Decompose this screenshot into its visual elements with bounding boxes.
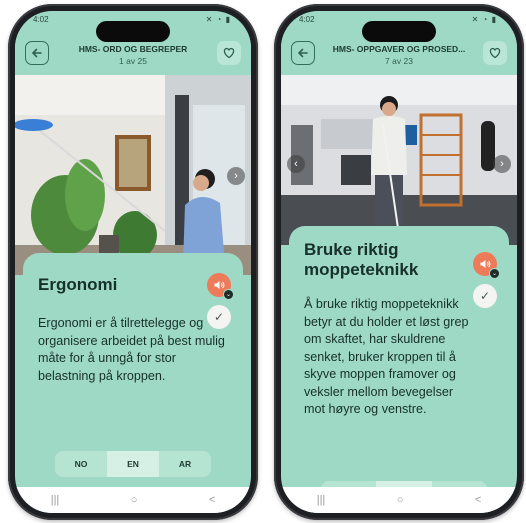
mark-complete-button[interactable]: ✓: [473, 284, 497, 308]
header-title: HMS- ORD OG BEGREPER: [78, 44, 188, 54]
illustration-photo: ‹ ›: [281, 75, 517, 245]
recent-apps-button[interactable]: |||: [51, 494, 60, 506]
system-navigation-bar: ||| ○ <: [281, 487, 517, 513]
cleaning-photo: [15, 75, 251, 275]
favorite-button[interactable]: [217, 41, 241, 65]
language-option-no[interactable]: NO: [55, 451, 107, 477]
favorite-button[interactable]: [483, 41, 507, 65]
audio-button[interactable]: ⌄: [473, 252, 500, 279]
status-icons: ✕ ◔ ▮: [471, 15, 497, 24]
language-option-ar[interactable]: AR: [159, 451, 211, 477]
status-icons: ✕ ◔ ▮: [205, 15, 231, 24]
language-switcher: NO EN AR: [55, 451, 211, 477]
phone-frame-left: 4:02 ✕ ◔ ▮ HMS- ORD OG BEGREPER 1 av 25: [8, 4, 258, 520]
card-body: Ergonomi er å tilrettelegge og organiser…: [38, 316, 225, 383]
status-time: 4:02: [299, 15, 315, 24]
arrow-left-icon: [32, 48, 42, 58]
check-icon: ✓: [479, 289, 491, 303]
chevron-left-icon: ‹: [294, 158, 298, 170]
header-progress: 1 av 25: [119, 56, 147, 66]
mopping-photo: [281, 75, 517, 245]
dynamic-island: [362, 21, 436, 42]
card-body: Å bruke riktig moppeteknikk betyr at du …: [304, 297, 469, 416]
chevron-down-icon: ⌄: [491, 271, 498, 277]
chevron-right-icon: ›: [500, 158, 504, 170]
back-button[interactable]: [291, 41, 315, 65]
arrow-left-icon: [298, 48, 308, 58]
system-back-button[interactable]: <: [475, 494, 481, 506]
speaker-icon: [214, 281, 225, 289]
audio-dropdown-badge[interactable]: ⌄: [489, 268, 500, 279]
home-button[interactable]: ○: [131, 494, 138, 506]
phone-frame-right: 4:02 ✕ ◔ ▮ HMS- OPPGAVER OG PROSED... 7 …: [274, 4, 524, 520]
chevron-right-icon: ›: [234, 170, 238, 182]
audio-button[interactable]: ⌄: [207, 273, 234, 300]
chevron-down-icon: ⌄: [225, 292, 232, 298]
system-navigation-bar: ||| ○ <: [15, 487, 251, 513]
info-card: Ergonomi ⌄ ✓ Ergonomi er å tilrettelegge…: [23, 253, 243, 513]
dynamic-island: [96, 21, 170, 42]
speaker-icon: [480, 260, 491, 268]
recent-apps-button[interactable]: |||: [317, 494, 326, 506]
header-progress: 7 av 23: [385, 56, 413, 66]
status-time: 4:02: [33, 15, 49, 24]
info-card: Bruke riktig moppeteknikk ⌄ ✓ Å bruke ri…: [289, 226, 509, 513]
phone-screen: 4:02 ✕ ◔ ▮ HMS- OPPGAVER OG PROSED... 7 …: [281, 11, 517, 513]
heart-icon: [489, 47, 501, 59]
home-button[interactable]: ○: [397, 494, 404, 506]
heart-icon: [223, 47, 235, 59]
next-image-button[interactable]: ›: [493, 155, 511, 173]
audio-dropdown-badge[interactable]: ⌄: [223, 289, 234, 300]
phone-screen: 4:02 ✕ ◔ ▮ HMS- ORD OG BEGREPER 1 av 25: [15, 11, 251, 513]
previous-image-button[interactable]: ‹: [287, 155, 305, 173]
illustration-photo: ›: [15, 75, 251, 275]
card-title: Ergonomi: [38, 275, 118, 294]
card-title: Bruke riktig moppeteknikk: [304, 240, 419, 279]
system-back-button[interactable]: <: [209, 494, 215, 506]
header-title: HMS- OPPGAVER OG PROSED...: [332, 44, 466, 54]
back-button[interactable]: [25, 41, 49, 65]
language-option-en[interactable]: EN: [107, 451, 159, 477]
next-image-button[interactable]: ›: [227, 167, 245, 185]
